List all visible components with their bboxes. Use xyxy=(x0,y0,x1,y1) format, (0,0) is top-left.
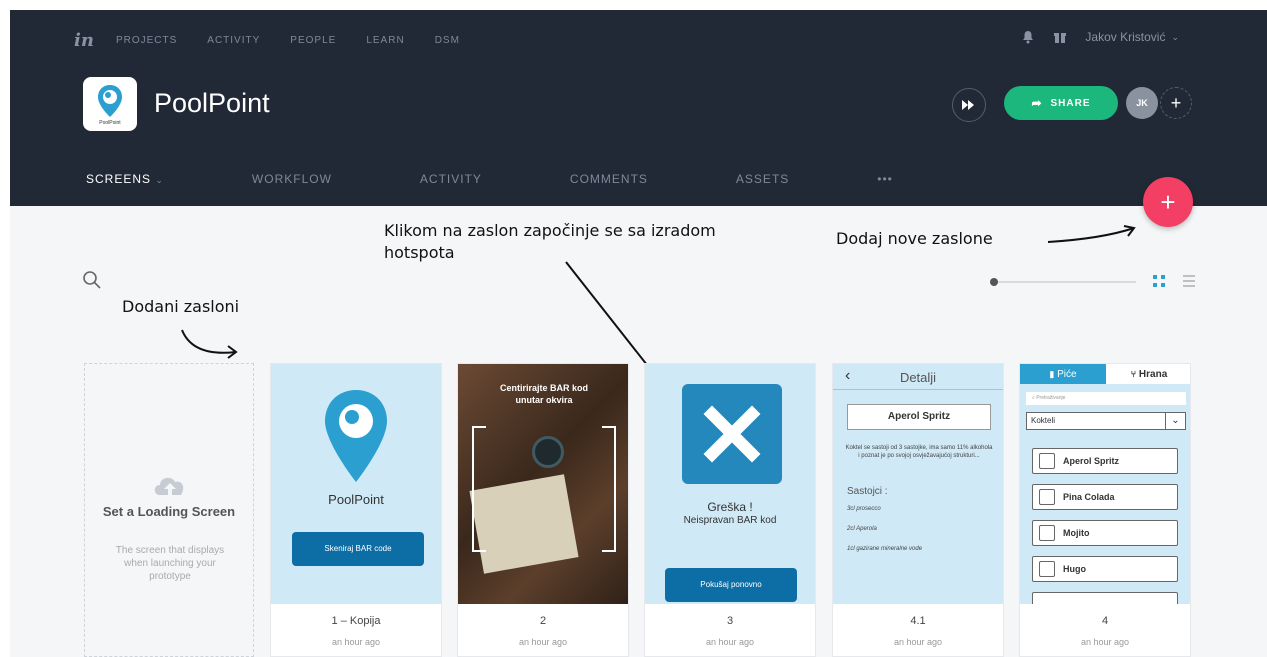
note-added-screens: Dodani zasloni xyxy=(122,297,240,316)
screen-thumbnail[interactable]: ▮ Piće ⑂ Hrana ⌕ Pretraživanje Kokteli ⌄… xyxy=(1020,364,1190,604)
screen-time: an hour ago xyxy=(893,637,943,647)
scan-frame xyxy=(472,426,616,552)
screen-app-title: PoolPoint xyxy=(328,492,384,507)
project-icon-label: PoolPoint xyxy=(99,120,121,126)
slider-knob[interactable] xyxy=(990,278,998,286)
search-icon[interactable] xyxy=(82,270,102,290)
ingredient-1: 3cl prosecco xyxy=(847,506,881,512)
chevron-down-icon: ⌄ xyxy=(1165,413,1185,429)
screen-thumbnail[interactable]: PoolPoint Skeniraj BAR code xyxy=(271,364,441,604)
screen-thumbnail[interactable]: Centirirajte BAR kod unutar okvira xyxy=(458,364,628,604)
screen-thumbnail[interactable]: Greška ! Neispravan BAR kod Pokušaj pono… xyxy=(645,364,815,604)
note-add-new: Dodaj nove zaslone xyxy=(836,229,993,248)
drink-list-item: Hugo xyxy=(1032,556,1178,582)
screen-name[interactable]: 4.1 xyxy=(833,615,1003,627)
ingredients-title: Sastojci : xyxy=(847,486,888,497)
cutlery-icon: ⑂ xyxy=(1130,369,1137,379)
details-header: ‹ Detalji xyxy=(833,364,1003,390)
user-name[interactable]: Jakov Kristović xyxy=(1085,30,1165,44)
project-app-icon: PoolPoint xyxy=(83,77,137,131)
gift-icon[interactable] xyxy=(1053,30,1067,44)
invision-logo[interactable]: in xyxy=(74,30,94,51)
map-pin-icon xyxy=(325,390,387,482)
share-arrow-icon: ➦ xyxy=(1031,96,1043,110)
screen-name[interactable]: 3 xyxy=(645,615,815,627)
tab-food: ⑂ Hrana xyxy=(1106,364,1190,384)
chevron-down-icon: ⌄ xyxy=(155,175,164,185)
play-icon xyxy=(962,100,974,110)
error-title: Greška ! xyxy=(707,500,753,514)
screen-thumbnail[interactable]: ‹ Detalji Aperol Spritz Koktel se sastoj… xyxy=(833,364,1003,604)
drink-name-box: Aperol Spritz xyxy=(847,404,991,430)
drink-list-item: Pina Colada xyxy=(1032,484,1178,510)
plus-icon: + xyxy=(1160,186,1176,217)
search-icon: ⌕ xyxy=(1032,395,1035,401)
grid-view-icon[interactable] xyxy=(1152,274,1166,288)
loading-screen-desc: The screen that displays when launching … xyxy=(115,545,225,582)
chevron-down-icon[interactable]: ⌄ xyxy=(1171,32,1179,43)
screen-time: an hour ago xyxy=(1080,637,1130,647)
screen-time: an hour ago xyxy=(705,637,755,647)
tab-assets[interactable]: ASSETS xyxy=(724,172,801,204)
project-title: PoolPoint xyxy=(154,88,270,118)
screen-card[interactable]: ▮ Piće ⑂ Hrana ⌕ Pretraživanje Kokteli ⌄… xyxy=(1019,363,1191,657)
add-collaborator-button[interactable]: + xyxy=(1160,87,1192,119)
tab-comments[interactable]: COMMENTS xyxy=(558,172,660,204)
screen-name[interactable]: 1 – Kopija xyxy=(271,615,441,627)
scan-overlay-text: Centirirajte BAR kod unutar okvira xyxy=(499,383,588,405)
nav-projects[interactable]: PROJECTS xyxy=(116,35,177,46)
screen-card[interactable]: ‹ Detalji Aperol Spritz Koktel se sastoj… xyxy=(832,363,1004,657)
bell-icon[interactable] xyxy=(1021,30,1035,44)
nav-dsm[interactable]: DSM xyxy=(435,35,460,46)
tab-workflow[interactable]: WORKFLOW xyxy=(240,172,344,204)
nav-learn[interactable]: LEARN xyxy=(366,35,404,46)
screen-card[interactable]: PoolPoint Skeniraj BAR code 1 – Kopija a… xyxy=(270,363,442,657)
drink-list-item: Mojito xyxy=(1032,520,1178,546)
list-view-icon[interactable] xyxy=(1182,274,1196,288)
share-button[interactable]: ➦ SHARE xyxy=(1004,86,1118,120)
plus-icon: + xyxy=(1170,92,1182,113)
user-area: Jakov Kristović ⌄ xyxy=(1021,30,1179,44)
close-icon xyxy=(703,405,761,463)
category-select: Kokteli ⌄ xyxy=(1026,412,1186,430)
project-tabs: SCREENS ⌄ WORKFLOW ACTIVITY COMMENTS ASS… xyxy=(74,172,969,216)
drink-list-item-partial xyxy=(1032,592,1178,604)
retry-button: Pokušaj ponovno xyxy=(665,568,797,602)
screen-time: an hour ago xyxy=(331,637,381,647)
app-window: in PROJECTS ACTIVITY PEOPLE LEARN DSM Ja… xyxy=(0,0,1267,657)
cloud-upload-icon xyxy=(154,477,184,495)
thumb-search-field: ⌕ Pretraživanje xyxy=(1026,392,1186,405)
tab-more[interactable]: ••• xyxy=(865,172,905,204)
tab-screens[interactable]: SCREENS ⌄ xyxy=(74,172,188,216)
ingredient-3: 1cl gazirane mineralne vode xyxy=(847,546,923,552)
zoom-slider[interactable] xyxy=(990,278,1136,286)
screen-time: an hour ago xyxy=(518,637,568,647)
share-label: SHARE xyxy=(1050,97,1091,109)
drink-description: Koktel se sastoji od 3 sastojke, ima sam… xyxy=(845,445,993,459)
tab-activity[interactable]: ACTIVITY xyxy=(408,172,494,204)
details-title: Detalji xyxy=(899,370,937,385)
scan-button: Skeniraj BAR code xyxy=(292,532,424,566)
avatar[interactable]: JK xyxy=(1126,87,1158,119)
error-badge xyxy=(682,384,782,484)
error-subtitle: Neispravan BAR kod xyxy=(683,515,777,526)
screen-card[interactable]: Greška ! Neispravan BAR kod Pokušaj pono… xyxy=(644,363,816,657)
nav-activity[interactable]: ACTIVITY xyxy=(207,35,260,46)
tab-drinks: ▮ Piće xyxy=(1020,364,1106,384)
drink-list-item: Aperol Spritz xyxy=(1032,448,1178,474)
preview-play-button[interactable] xyxy=(952,88,986,122)
screen-name[interactable]: 4 xyxy=(1020,615,1190,627)
top-nav: in PROJECTS ACTIVITY PEOPLE LEARN DSM xyxy=(74,30,490,51)
screen-card[interactable]: Centirirajte BAR kod unutar okvira 2 an … xyxy=(457,363,629,657)
glass-icon: ▮ xyxy=(1049,369,1055,379)
loading-screen-title: Set a Loading Screen xyxy=(102,504,236,519)
add-screen-button[interactable]: + xyxy=(1143,177,1193,227)
ingredient-2: 2cl Aperola xyxy=(847,526,877,532)
screen-name[interactable]: 2 xyxy=(458,615,628,627)
loading-screen-placeholder[interactable]: Set a Loading Screen The screen that dis… xyxy=(84,363,254,657)
nav-people[interactable]: PEOPLE xyxy=(290,35,336,46)
note-click-screen: Klikom na zaslon započinje se sa izradom… xyxy=(384,221,716,262)
